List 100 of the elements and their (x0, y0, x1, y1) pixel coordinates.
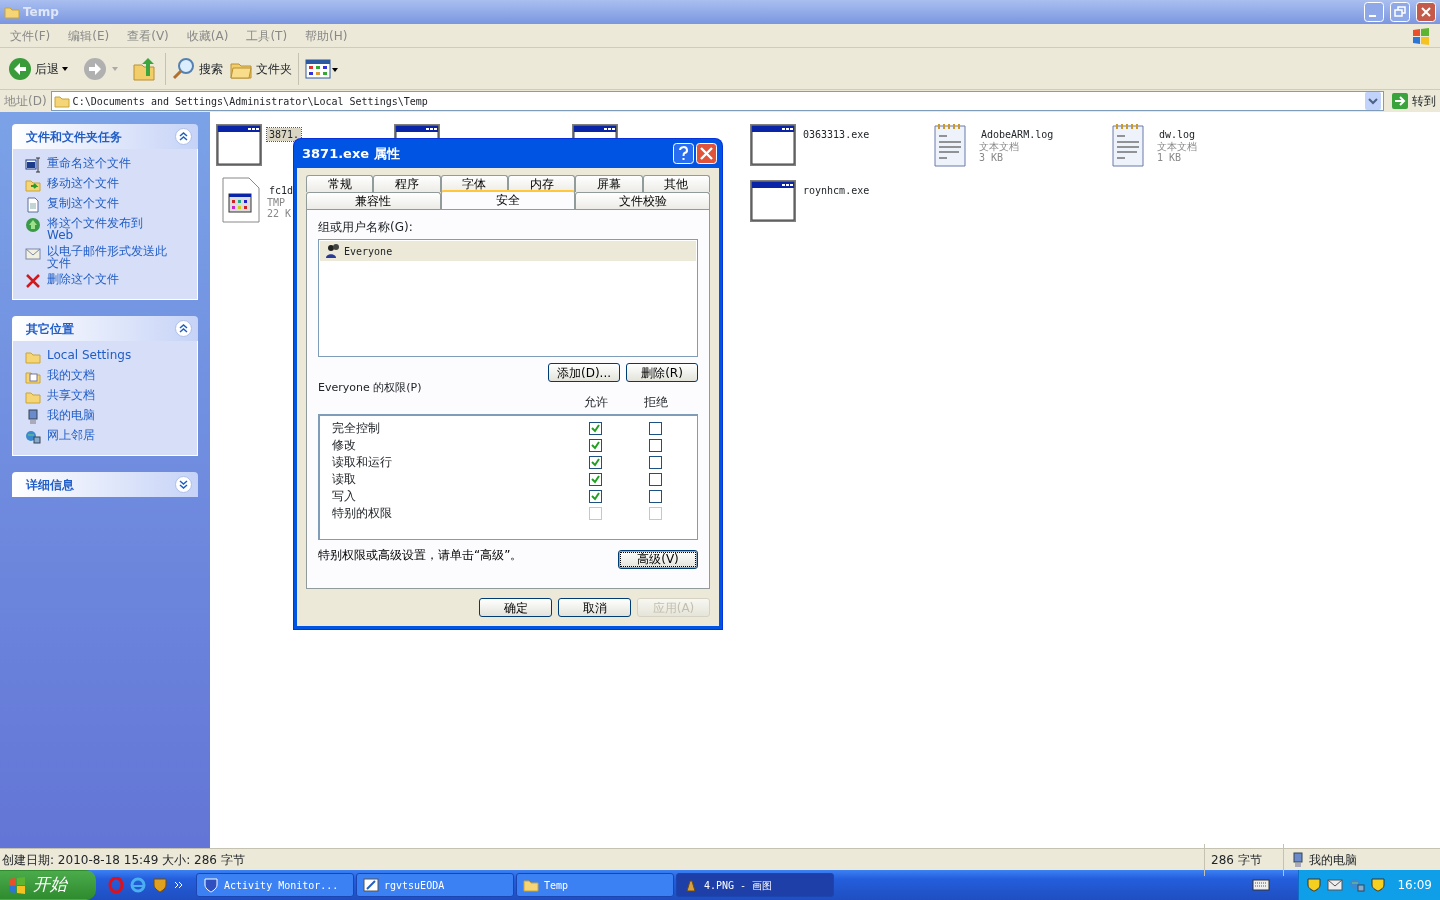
envelope-icon[interactable] (1327, 879, 1344, 891)
file-name[interactable]: roynhcm.exe (801, 184, 872, 197)
views-icon[interactable] (305, 57, 339, 80)
tab[interactable]: 程序 (373, 175, 441, 192)
app-icon (363, 877, 379, 893)
task-link[interactable]: Local Settings (47, 349, 169, 361)
checkbox[interactable] (588, 421, 602, 435)
help-button[interactable] (673, 143, 694, 164)
task-link[interactable]: 删除这个文件 (47, 273, 169, 285)
chevron-icon[interactable] (175, 128, 192, 145)
close-button[interactable] (1416, 2, 1436, 22)
document-icon (25, 197, 41, 213)
envelope-icon (25, 245, 41, 261)
checkbox[interactable] (648, 472, 662, 486)
file-type: 文本文档 (1157, 141, 1198, 152)
file-name[interactable]: AdobeARM.log (979, 128, 1056, 141)
checkbox[interactable] (648, 455, 662, 469)
chevron-icon[interactable] (175, 320, 192, 337)
permission-name: 修改 (332, 437, 357, 454)
task-link[interactable]: 网上邻居 (47, 429, 169, 441)
remove-button[interactable]: 删除(R) (626, 363, 698, 382)
window-title: Temp (23, 4, 59, 21)
tab[interactable]: 常规 (306, 175, 374, 192)
folders-button[interactable]: 文件夹 (229, 57, 292, 80)
tab[interactable]: 文件校验 (575, 192, 710, 209)
checkbox[interactable] (648, 489, 662, 503)
panel-header[interactable]: 文件和文件夹任务 (12, 124, 198, 149)
taskbar-button[interactable]: 4.PNG - 画图 (676, 873, 834, 897)
task-link[interactable]: 将这个文件发布到 Web (47, 217, 169, 241)
taskbar-button[interactable]: rgvtsuEODA (356, 873, 514, 897)
task-link[interactable]: 我的电脑 (47, 409, 169, 421)
computer-icon (1290, 851, 1306, 868)
checkbox[interactable] (648, 438, 662, 452)
start-button[interactable]: 开始 (0, 870, 96, 900)
shield-icon[interactable] (1307, 878, 1322, 892)
field-label: Everyone 的权限(P) (318, 380, 423, 396)
panel-title: 其它位置 (26, 320, 74, 338)
list-item[interactable]: Everyone (320, 241, 696, 261)
more-icon[interactable] (174, 880, 184, 890)
dialog-title: 3871.exe 属性 (302, 144, 400, 163)
dialog-button[interactable]: 取消 (558, 598, 631, 617)
rename-icon (25, 157, 41, 173)
user-list[interactable]: Everyone (318, 239, 698, 357)
column-header: 允许 (583, 393, 609, 411)
file-name[interactable]: 3871. (267, 128, 302, 141)
browser-icon[interactable] (130, 877, 146, 893)
task-link[interactable]: 重命名这个文件 (47, 157, 169, 169)
taskbar-button[interactable]: Activity Monitor... (196, 873, 354, 897)
status-text: 创建日期: 2010-8-18 15:49 大小: 286 字节 (2, 851, 246, 869)
file-name[interactable]: 0363313.exe (801, 128, 872, 141)
task-link[interactable]: 共享文档 (47, 389, 169, 401)
field-label: 组或用户名称(G): (318, 219, 414, 236)
documents-icon (25, 369, 41, 385)
file-name[interactable]: fc1d (267, 184, 296, 197)
taskbar-button[interactable]: Temp (516, 873, 674, 897)
checkbox[interactable] (588, 438, 602, 452)
checkbox[interactable] (648, 421, 662, 435)
address-field[interactable]: C:\Documents and Settings\Administrator\Local Settings\Temp (50, 91, 1384, 111)
dialog-button[interactable]: 确定 (479, 598, 552, 617)
keyboard-icon[interactable] (1252, 878, 1271, 892)
folder-arrow-icon (25, 177, 41, 193)
task-link[interactable]: 以电子邮件形式发送此文件 (47, 245, 169, 269)
add-button[interactable]: 添加(D)... (548, 363, 620, 382)
close-button[interactable] (696, 143, 717, 164)
go-button[interactable]: 转到 (1391, 92, 1436, 110)
search-button[interactable]: 搜索 (172, 56, 223, 81)
network-icon[interactable] (1349, 877, 1366, 893)
column-header: 拒绝 (643, 393, 669, 411)
task-link[interactable]: 我的文档 (47, 369, 169, 381)
advanced-button[interactable]: 高级(V) (618, 549, 698, 569)
file-type: TMP (267, 197, 287, 208)
file-name[interactable]: dw.log (1157, 128, 1198, 141)
chevron-icon[interactable] (175, 476, 192, 493)
task-link[interactable]: 移动这个文件 (47, 177, 169, 189)
checkbox[interactable] (588, 472, 602, 486)
panel-header[interactable]: 其它位置 (12, 316, 198, 341)
folder-icon (4, 4, 20, 20)
search-icon (172, 56, 196, 81)
file-size: 22 K (267, 208, 293, 219)
panel-header[interactable]: 详细信息 (12, 472, 198, 497)
checkbox[interactable] (588, 455, 602, 469)
app-icon (683, 877, 699, 893)
panel-title: 详细信息 (26, 476, 74, 494)
shield-icon[interactable] (1371, 878, 1386, 892)
dropdown-arrow-icon[interactable] (59, 64, 71, 73)
file-size: 1 KB (1157, 152, 1183, 163)
globe-icon (25, 217, 41, 233)
back-button[interactable]: 后退 (8, 56, 59, 81)
task-link[interactable]: 复制这个文件 (47, 197, 169, 209)
permission-name: 完全控制 (332, 420, 381, 437)
users-icon (325, 243, 341, 259)
status-zone: 我的电脑 (1309, 851, 1357, 869)
tab[interactable]: 屏幕 (575, 175, 643, 192)
status-size: 286 字节 (1211, 851, 1263, 869)
tab[interactable]: 安全 (440, 190, 576, 209)
panel-title: 文件和文件夹任务 (26, 128, 122, 146)
tab[interactable]: 兼容性 (306, 192, 441, 209)
shield-icon[interactable] (152, 877, 168, 893)
tab[interactable]: 其他 (642, 175, 710, 192)
checkbox[interactable] (588, 489, 602, 503)
